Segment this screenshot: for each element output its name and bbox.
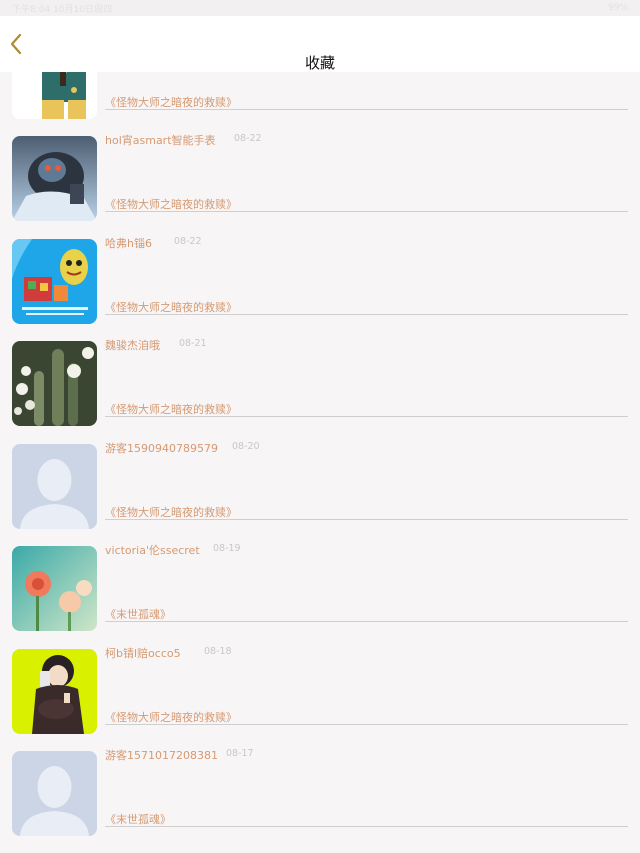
thumbnail-default-avatar (12, 443, 97, 529)
list-item[interactable]: 魏骏杰洎哦 08-21 《怪物大师之暗夜的救赎》 (0, 329, 640, 432)
author-name: 魏骏杰洎哦 (105, 339, 160, 352)
divider (105, 518, 628, 520)
author-name: 哈弗h锱6 (105, 236, 152, 250)
divider (105, 723, 628, 725)
divider (105, 621, 628, 622)
list-item[interactable]: victoria'伦ssecret 08-19 《末世孤魂》 (0, 534, 640, 637)
book-title-link[interactable]: 《怪物大师之暗夜的救赎》 (105, 196, 237, 212)
book-title-link[interactable]: 《怪物大师之暗夜的救赎》 (105, 709, 237, 725)
thumbnail-cartoon-avatar (12, 72, 97, 119)
divider (105, 211, 628, 212)
status-bar: 下午8:04 10月10日周四 99% (0, 0, 640, 16)
divider (105, 416, 628, 417)
default-avatar-icon (12, 443, 97, 529)
thumbnail-armored-warrior (12, 136, 97, 221)
favorite-date: 08-22 (174, 235, 202, 247)
thumbnail-anime-boy (12, 648, 97, 734)
divider (105, 826, 628, 827)
book-title-link[interactable]: 《怪物大师之暗夜的救赎》 (105, 401, 237, 417)
favorite-date: 08-17 (226, 748, 254, 759)
cartoon-fruit-image (12, 238, 97, 324)
anime-boy-image (12, 648, 97, 734)
favorite-date: 08-18 (204, 645, 232, 657)
author-name: victoria'伦ssecret (105, 544, 200, 557)
status-time: 下午8:04 10月10日周四 (12, 4, 112, 15)
divider (105, 109, 628, 110)
author-name: 柯b锖l赔occo5 (105, 646, 181, 660)
list-item[interactable]: 游客1571017208381 08-17 《末世孤魂》 (0, 739, 640, 842)
author-name: 游客1571017208381 (105, 749, 218, 762)
author-name: hol宵asmart智能手表 (105, 134, 216, 147)
default-avatar-icon (12, 751, 97, 836)
book-title-link[interactable]: 《末世孤魂》 (105, 606, 171, 622)
book-title-link[interactable]: 《末世孤魂》 (105, 811, 171, 827)
divider (105, 313, 628, 315)
author-name: 游客1590940789579 (105, 441, 218, 455)
book-title-link[interactable]: 《怪物大师之暗夜的救赎》 (105, 94, 237, 110)
cactus-flowers-image (12, 341, 97, 426)
chevron-left-icon (10, 33, 22, 55)
list-item[interactable]: 哈弗h锱6 08-22 《怪物大师之暗夜的救赎》 (0, 227, 640, 330)
favorite-date: 08-22 (234, 133, 262, 144)
status-battery: 99% (607, 3, 628, 13)
thumbnail-flowers (12, 546, 97, 631)
thumbnail-cactus-flowers (12, 341, 97, 426)
book-title-link[interactable]: 《怪物大师之暗夜的救赎》 (105, 504, 237, 520)
list-item[interactable]: 柯b锖l赔occo5 08-18 《怪物大师之暗夜的救赎》 (0, 637, 640, 740)
book-title-link[interactable]: 《怪物大师之暗夜的救赎》 (105, 299, 237, 315)
favorites-list[interactable]: 《怪物大师之暗夜的救赎》 hol宵asmart智能手表 08-22 《怪物大师之… (0, 72, 640, 853)
favorites-list-content: 《怪物大师之暗夜的救赎》 hol宵asmart智能手表 08-22 《怪物大师之… (0, 72, 640, 842)
thumbnail-cartoon-fruit (12, 238, 97, 324)
armored-warrior-image (12, 136, 97, 221)
favorite-date: 08-19 (213, 543, 241, 554)
cartoon-avatar-image (12, 72, 97, 119)
favorite-date: 08-21 (179, 338, 207, 349)
list-item[interactable]: 《怪物大师之暗夜的救赎》 (0, 72, 640, 124)
navigation-bar: 收藏 (0, 16, 640, 72)
list-item[interactable]: 游客1590940789579 08-20 《怪物大师之暗夜的救赎》 (0, 432, 640, 535)
flowers-image (12, 546, 97, 631)
list-item[interactable]: hol宵asmart智能手表 08-22 《怪物大师之暗夜的救赎》 (0, 124, 640, 227)
page-title: 收藏 (304, 54, 335, 72)
favorite-date: 08-20 (232, 440, 260, 452)
thumbnail-default-avatar (12, 751, 97, 836)
